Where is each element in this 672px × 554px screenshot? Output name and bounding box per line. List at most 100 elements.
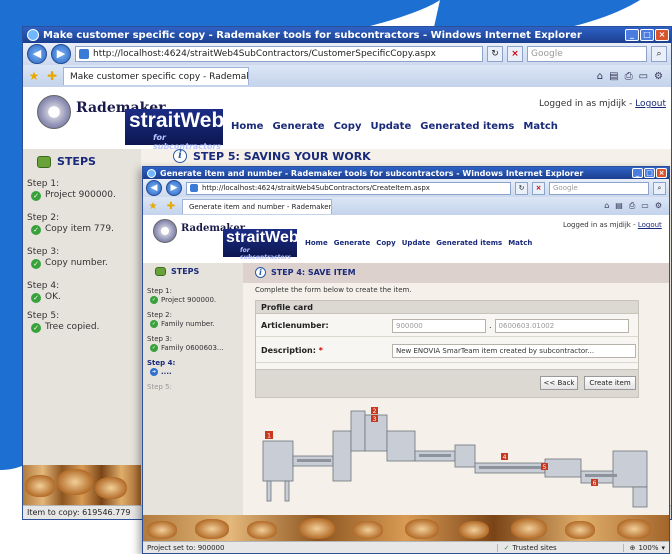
feeds-icon[interactable]: ▤ — [609, 71, 618, 82]
nav-generate[interactable]: Generate — [272, 121, 324, 132]
nav-update[interactable]: Update — [370, 121, 411, 132]
article-number-input[interactable]: 0600603.01002 — [494, 318, 629, 333]
front-top-nav: Home Generate Copy Update Generated item… — [305, 239, 532, 247]
form-instruction: Complete the form below to create the it… — [255, 286, 412, 294]
step-text: Family number. — [161, 319, 215, 328]
machine-label-6: 6 — [593, 480, 597, 487]
browser-tab[interactable]: Make customer specific copy - Rademaker … — [63, 67, 249, 85]
page-icon — [190, 184, 198, 192]
logout-link[interactable]: Logout — [635, 99, 666, 109]
favorites-star-icon[interactable]: ★ — [146, 201, 160, 212]
nav-home[interactable]: Home — [305, 239, 328, 247]
minimize-button[interactable]: _ — [625, 29, 639, 41]
nav-copy[interactable]: Copy — [376, 239, 396, 247]
steps-book-icon — [155, 267, 166, 276]
check-icon: ✓ — [31, 293, 41, 303]
article-prefix-input[interactable]: 900000 — [392, 318, 486, 333]
description-input[interactable]: New ENOVIA SmarTeam item created by subc… — [392, 343, 636, 358]
close-button[interactable]: × — [655, 29, 669, 41]
minimize-button[interactable]: _ — [632, 168, 643, 178]
back-button[interactable]: << Back — [540, 376, 578, 390]
nav-update[interactable]: Update — [402, 239, 431, 247]
back-step-5: Step 5: ✓ Tree copied. — [27, 311, 99, 333]
add-favorites-icon[interactable]: ✚ — [45, 69, 59, 83]
add-favorites-icon[interactable]: ✚ — [164, 201, 178, 212]
chevron-down-icon[interactable]: ▾ — [661, 544, 665, 552]
page-menu-icon[interactable]: ▭ — [641, 201, 649, 211]
stop-icon[interactable]: × — [507, 46, 523, 62]
nav-generated-items[interactable]: Generated items — [436, 239, 502, 247]
page-icon — [79, 49, 89, 59]
front-step-5: Step 5: — [147, 383, 172, 391]
print-icon[interactable]: ⎙ — [629, 201, 635, 211]
logo-flower-icon — [37, 95, 71, 129]
check-icon: ✓ — [31, 225, 41, 235]
print-icon[interactable]: ⎙ — [625, 71, 633, 82]
front-window-title: Generate item and number - Rademaker too… — [160, 168, 584, 178]
nav-generated-items[interactable]: Generated items — [420, 121, 514, 132]
back-title-bar: Make customer specific copy - Rademaker … — [23, 27, 671, 43]
logged-in-text: Logged in as mjdijk - — [539, 99, 636, 109]
nav-match[interactable]: Match — [523, 121, 558, 132]
front-step-3: Step 3: ✓ Family 0600603... — [147, 335, 224, 352]
logout-link[interactable]: Logout — [638, 221, 662, 229]
forward-arrow-icon[interactable]: ▶ — [166, 180, 182, 196]
nav-generate[interactable]: Generate — [334, 239, 371, 247]
url-input[interactable]: http://localhost:4624/straitWeb4SubContr… — [75, 46, 483, 62]
machine-label-3: 3 — [373, 416, 377, 423]
nav-copy[interactable]: Copy — [334, 121, 362, 132]
tools-gear-icon[interactable]: ⚙ — [655, 201, 662, 211]
search-icon[interactable]: ⌕ — [651, 46, 667, 62]
zoom-icon[interactable]: ⊕ — [630, 544, 636, 552]
nav-home[interactable]: Home — [231, 121, 263, 132]
url-input[interactable]: http://localhost:4624/straitWeb4SubContr… — [186, 181, 511, 195]
back-bread-footer-image — [23, 465, 141, 507]
trusted-check-icon: ✓ — [503, 543, 510, 552]
search-input[interactable]: Google — [527, 46, 647, 62]
front-address-bar: ◀ ▶ http://localhost:4624/straitWeb4SubC… — [143, 179, 669, 197]
url-text: http://localhost:4624/straitWeb4SubContr… — [93, 49, 436, 59]
search-input[interactable]: Google — [549, 181, 649, 195]
machine-label-5: 5 — [543, 464, 547, 471]
steps-book-icon — [37, 155, 51, 168]
front-status-text: Project set to: 900000 — [147, 543, 225, 552]
maximize-button[interactable]: □ — [640, 29, 654, 41]
step-label: Step 4: — [147, 359, 176, 367]
browser-tab[interactable]: Generate item and number - Rademaker too… — [182, 198, 332, 214]
refresh-icon[interactable]: ↻ — [515, 181, 528, 195]
description-label-text: Description: — [261, 346, 316, 355]
favorites-star-icon[interactable]: ★ — [27, 69, 41, 83]
nav-match[interactable]: Match — [508, 239, 532, 247]
page-menu-icon[interactable]: ▭ — [639, 71, 648, 82]
create-item-button[interactable]: Create item — [584, 376, 636, 390]
machine-label-1: 1 — [267, 433, 271, 440]
stop-icon[interactable]: × — [532, 181, 545, 195]
tools-gear-icon[interactable]: ⚙ — [654, 71, 663, 82]
step-label: Step 5: — [147, 383, 172, 391]
home-icon[interactable]: ⌂ — [597, 71, 603, 82]
brand-subtitle: for subcontractors — [240, 247, 292, 261]
login-status: Logged in as mjdijk - Logout — [563, 221, 662, 229]
front-step-4: Step 4: ➔.... — [147, 359, 175, 376]
refresh-icon[interactable]: ↻ — [487, 46, 503, 62]
close-button[interactable]: × — [656, 168, 667, 178]
article-separator: . — [489, 321, 492, 330]
maximize-button[interactable]: □ — [644, 168, 655, 178]
step-label: Step 4: — [27, 281, 60, 291]
feeds-icon[interactable]: ▤ — [615, 201, 623, 211]
search-icon[interactable]: ⌕ — [653, 181, 666, 195]
forward-arrow-icon[interactable]: ▶ — [51, 44, 71, 64]
back-arrow-icon[interactable]: ◀ — [146, 180, 162, 196]
home-icon[interactable]: ⌂ — [604, 201, 609, 211]
articlenumber-row: Articlenumber: 900000 . 0600603.01002 — [256, 315, 638, 337]
articlenumber-label: Articlenumber: — [261, 321, 329, 330]
back-step-4: Step 4: ✓ OK. — [27, 281, 61, 303]
step-label: Step 5: — [27, 311, 60, 321]
back-address-bar: ◀ ▶ http://localhost:4624/straitWeb4SubC… — [23, 43, 671, 65]
front-page: Rademaker straitWeb for subcontractors H… — [143, 215, 669, 543]
back-arrow-icon[interactable]: ◀ — [27, 44, 47, 64]
back-status-text: Item to copy: 619546.779 — [27, 508, 131, 517]
login-status: Logged in as mjdijk - Logout — [539, 99, 666, 109]
zoom-level[interactable]: 100% — [638, 544, 658, 552]
step-text: .... — [161, 367, 172, 376]
